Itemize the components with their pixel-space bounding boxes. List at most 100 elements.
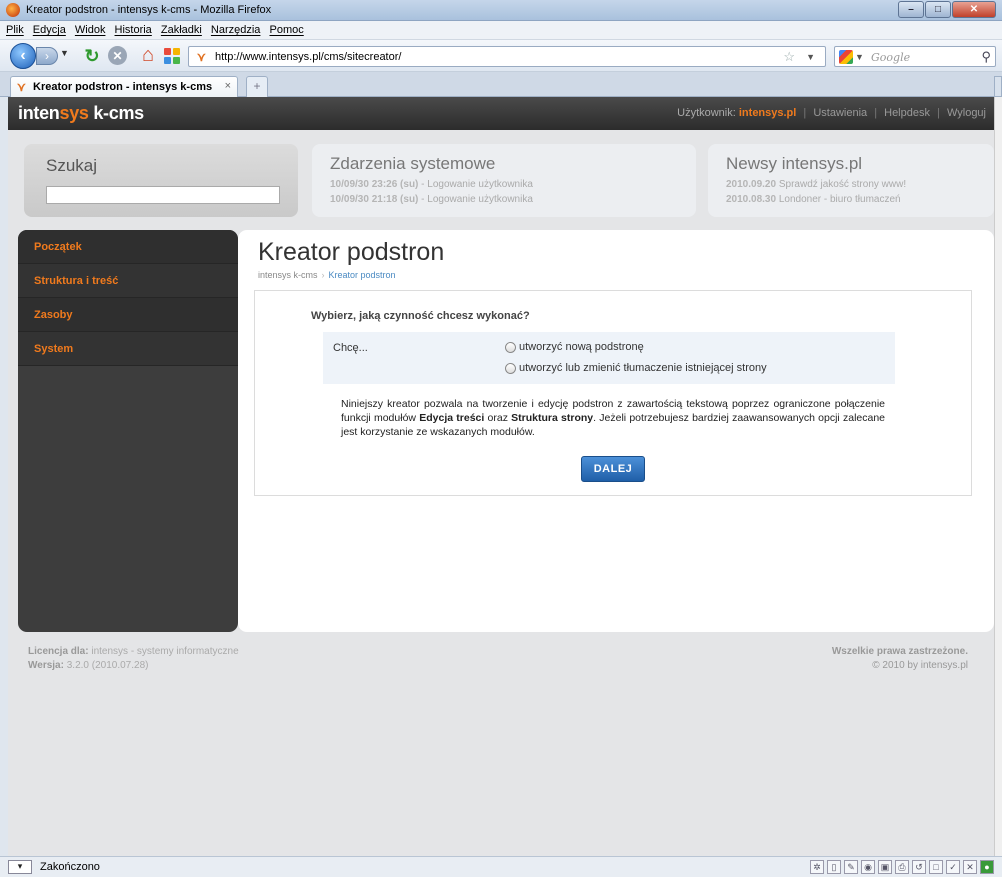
event-text: - Logowanie użytkownika bbox=[421, 179, 533, 190]
wizard-panel: Wybierz, jaką czynność chcesz wykonać? C… bbox=[254, 290, 972, 496]
search-engine-icon[interactable] bbox=[839, 50, 853, 64]
tab-label: Kreator podstron - intensys k-cms bbox=[33, 81, 213, 93]
search-input[interactable] bbox=[46, 186, 280, 204]
addon-shield-icon[interactable]: ● bbox=[980, 860, 994, 874]
radio-translation[interactable] bbox=[505, 362, 516, 374]
radio-new-page[interactable] bbox=[505, 341, 516, 353]
search-box-title: Szukaj bbox=[46, 156, 98, 175]
close-button[interactable]: ✕ bbox=[952, 1, 996, 18]
bookmark-star-icon[interactable]: ☆ bbox=[783, 49, 795, 65]
forward-icon[interactable]: › bbox=[36, 47, 58, 65]
event-item: 10/09/30 23:26 (su) - Logowanie użytkown… bbox=[330, 179, 533, 190]
option-new-page[interactable]: utworzyć nową podstronę bbox=[505, 341, 644, 353]
bookmarks-grid-icon[interactable] bbox=[164, 48, 180, 64]
news-text: Sprawdź jakość strony www! bbox=[778, 179, 907, 190]
user-name-link[interactable]: intensys.pl bbox=[739, 107, 796, 119]
menu-file[interactable]: Plik bbox=[6, 24, 24, 36]
wizard-question: Wybierz, jaką czynność chcesz wykonać? bbox=[311, 310, 530, 322]
tab-favicon-icon: ⋎ bbox=[17, 80, 26, 94]
version-value: 3.2.0 (2010.07.28) bbox=[66, 660, 149, 671]
helpdesk-link[interactable]: Helpdesk bbox=[884, 107, 930, 119]
version-label: Wersja: bbox=[28, 660, 64, 671]
separator: | bbox=[874, 107, 878, 119]
back-icon[interactable]: ‹ bbox=[10, 43, 36, 69]
sidebar-item-resources[interactable]: Zasoby bbox=[18, 298, 238, 332]
addon-tools-icon[interactable]: ✕ bbox=[963, 860, 977, 874]
tab-scroll-button[interactable] bbox=[994, 76, 1002, 97]
page-footer: Licencja dla: intensys - systemy informa… bbox=[8, 642, 994, 682]
breadcrumb-current[interactable]: Kreator podstron bbox=[329, 270, 396, 280]
window-title: Kreator podstron - intensys k-cms - Mozi… bbox=[26, 4, 272, 16]
settings-link[interactable]: Ustawienia bbox=[813, 107, 867, 119]
url-bar[interactable]: ⋎ http://www.intensys.pl/cms/sitecreator… bbox=[188, 46, 826, 67]
search-bar[interactable]: ▼ Google ⚲ bbox=[834, 46, 996, 67]
url-dropdown-icon[interactable]: ▼ bbox=[806, 52, 815, 62]
user-bar: Użytkownik: intensys.pl | Ustawienia | H… bbox=[677, 107, 986, 119]
tab-close-icon[interactable]: × bbox=[225, 80, 231, 92]
event-time: 10/09/30 21:18 (su) bbox=[330, 194, 419, 205]
addon-window-icon[interactable]: □ bbox=[929, 860, 943, 874]
license-line: Licencja dla: intensys - systemy informa… bbox=[28, 646, 239, 657]
breadcrumb-root[interactable]: intensys k-cms bbox=[258, 270, 318, 280]
sidebar-item-structure[interactable]: Struktura i treść bbox=[18, 264, 238, 298]
tab-bar: ⋎ Kreator podstron - intensys k-cms × + bbox=[0, 72, 1002, 97]
search-engine-dropdown-icon[interactable]: ▼ bbox=[855, 52, 864, 62]
cms-logo[interactable]: intensys k-cms bbox=[18, 103, 144, 124]
sidebar-nav: Początek Struktura i treść Zasoby System bbox=[18, 230, 238, 632]
menu-edit[interactable]: Edycja bbox=[33, 24, 66, 36]
menu-view[interactable]: Widok bbox=[75, 24, 106, 36]
sidebar-item-system[interactable]: System bbox=[18, 332, 238, 366]
separator: | bbox=[803, 107, 807, 119]
addon-save-icon[interactable]: ▣ bbox=[878, 860, 892, 874]
home-icon[interactable]: ⌂ bbox=[138, 44, 158, 66]
new-tab-button[interactable]: + bbox=[246, 76, 268, 97]
minimize-button[interactable]: – bbox=[898, 1, 924, 18]
news-item[interactable]: 2010.09.20 Sprawdź jakość strony www! bbox=[726, 179, 906, 190]
news-title: Newsy intensys.pl bbox=[726, 154, 863, 173]
option-translation[interactable]: utworzyć lub zmienić tłumaczenie istniej… bbox=[505, 362, 767, 374]
window-titlebar: Kreator podstron - intensys k-cms - Mozi… bbox=[0, 0, 1002, 21]
addon-bug-icon[interactable]: ✲ bbox=[810, 860, 824, 874]
sidebar-item-start[interactable]: Początek bbox=[18, 230, 238, 264]
site-favicon-icon: ⋎ bbox=[197, 50, 206, 64]
news-box: Newsy intensys.pl 2010.09.20 Sprawdź jak… bbox=[708, 144, 994, 217]
breadcrumb-separator: › bbox=[321, 270, 325, 280]
option-new-page-label: utworzyć nową podstronę bbox=[519, 341, 644, 353]
addon-print-icon[interactable]: ⎙ bbox=[895, 860, 909, 874]
cms-header: intensys k-cms Użytkownik: intensys.pl |… bbox=[8, 97, 994, 130]
breadcrumb: intensys k-cms › Kreator podstron bbox=[258, 270, 396, 280]
license-label: Licencja dla: bbox=[28, 646, 89, 657]
tab-active[interactable]: ⋎ Kreator podstron - intensys k-cms × bbox=[10, 76, 238, 97]
desc-part: oraz bbox=[484, 412, 512, 424]
news-item[interactable]: 2010.08.30 Londoner - biuro tłumaczeń bbox=[726, 194, 901, 205]
system-events-box: Zdarzenia systemowe 10/09/30 23:26 (su) … bbox=[312, 144, 696, 217]
news-text: Londoner - biuro tłumaczeń bbox=[778, 194, 901, 205]
maximize-button[interactable]: □ bbox=[925, 1, 951, 18]
menu-help[interactable]: Pomoc bbox=[270, 24, 304, 36]
status-menu-icon[interactable]: ▾ bbox=[8, 860, 32, 874]
addon-eye-icon[interactable]: ◉ bbox=[861, 860, 875, 874]
addon-check-icon[interactable]: ✓ bbox=[946, 860, 960, 874]
firefox-icon bbox=[6, 3, 20, 17]
addon-refresh-icon[interactable]: ↺ bbox=[912, 860, 926, 874]
menu-history[interactable]: Historia bbox=[115, 24, 152, 36]
next-button[interactable]: DALEJ bbox=[581, 456, 645, 482]
logout-link[interactable]: Wyloguj bbox=[947, 107, 986, 119]
option-translation-label: utworzyć lub zmienić tłumaczenie istniej… bbox=[519, 362, 767, 374]
menu-tools[interactable]: Narzędzia bbox=[211, 24, 261, 36]
wizard-options: Chcę... utworzyć nową podstronę utworzyć… bbox=[323, 332, 895, 384]
version-line: Wersja: 3.2.0 (2010.07.28) bbox=[28, 660, 148, 671]
license-value: intensys - systemy informatyczne bbox=[91, 646, 239, 657]
events-title: Zdarzenia systemowe bbox=[330, 154, 496, 173]
addon-pen-icon[interactable]: ✎ bbox=[844, 860, 858, 874]
history-dropdown-icon[interactable]: ▼ bbox=[60, 48, 69, 58]
menu-bookmarks[interactable]: Zakładki bbox=[161, 24, 202, 36]
status-tools: ✲ ▯ ✎ ◉ ▣ ⎙ ↺ □ ✓ ✕ ● bbox=[810, 860, 994, 874]
addon-page-icon[interactable]: ▯ bbox=[827, 860, 841, 874]
search-icon[interactable]: ⚲ bbox=[981, 49, 991, 65]
copyright-text: © 2010 by intensys.pl bbox=[872, 660, 968, 671]
logo-part-2: sys bbox=[59, 103, 89, 123]
reload-icon[interactable]: ↻ bbox=[82, 46, 102, 66]
stop-icon[interactable]: ✕ bbox=[108, 46, 127, 65]
vertical-scrollbar[interactable] bbox=[994, 97, 1002, 856]
